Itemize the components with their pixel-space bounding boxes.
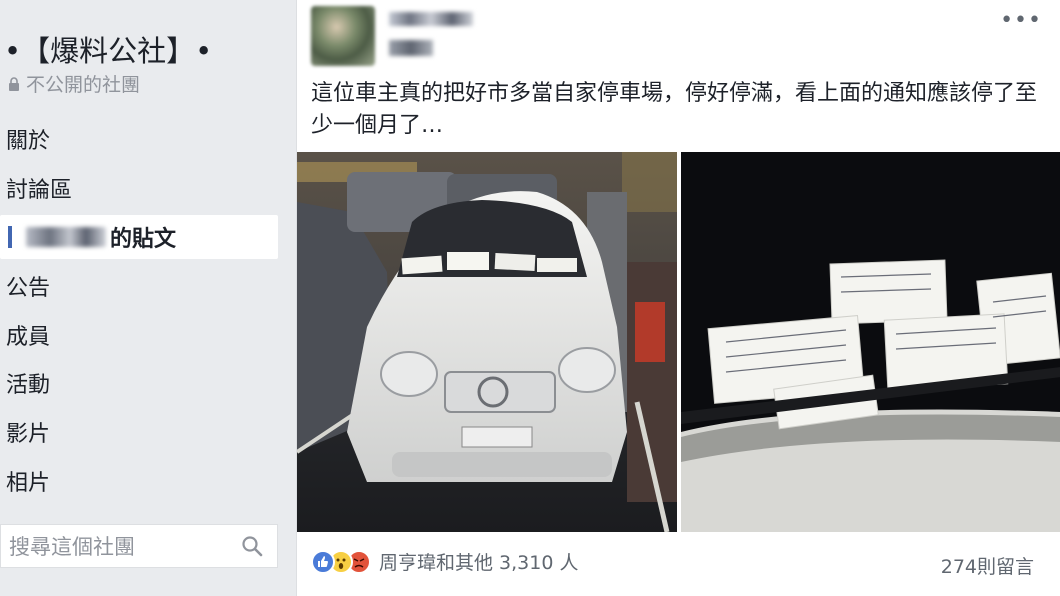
sidebar-item-label: 相片	[6, 471, 51, 496]
like-reaction-icon	[311, 549, 335, 574]
privacy-label: 不公開的社團	[26, 74, 141, 96]
group-search-input[interactable]: 搜尋這個社團	[0, 524, 278, 568]
sidebar-item-photos[interactable]: 相片	[0, 459, 278, 503]
sidebar-item-about[interactable]: 關於	[0, 117, 278, 161]
lock-icon	[9, 76, 19, 91]
post-text: 這位車主真的把好市多當自家停車場，停好停滿，看上面的通知應該停了至少一個月了…	[311, 81, 1038, 138]
sidebar-item-label: 成員	[6, 325, 51, 350]
reactions-summary[interactable]: 周亨瑋和其他 3,310 人	[311, 548, 578, 575]
sidebar-item-events[interactable]: 活動	[0, 361, 278, 405]
more-dots-icon[interactable]: •••	[1000, 8, 1042, 33]
reactions-count-text: 周亨瑋和其他 3,310 人	[379, 552, 579, 574]
sidebar-item-label: 影片	[6, 422, 51, 447]
sidebar-item-discussion[interactable]: 討論區	[0, 166, 278, 210]
sidebar-item-label: 關於	[6, 129, 51, 154]
post-card: ••• 這位車主真的把好市多當自家停車場，停好停滿，看上面的通知應該停了至少一個…	[296, 0, 1060, 596]
active-indicator	[8, 226, 12, 248]
search-icon[interactable]	[241, 535, 263, 557]
author-avatar[interactable]	[311, 6, 375, 66]
sidebar-item-label: 活動	[6, 373, 51, 398]
sidebar-item-members[interactable]: 成員	[0, 313, 278, 357]
group-sidebar: •【爆料公社】• 不公開的社團 關於 討論區 的貼文 公告 成員 活動 影片 相…	[0, 0, 285, 596]
search-placeholder: 搜尋這個社團	[9, 535, 135, 559]
comments-count-link[interactable]: 274則留言	[941, 552, 1034, 579]
author-name-blurred[interactable]	[389, 12, 473, 26]
sidebar-item-videos[interactable]: 影片	[0, 410, 278, 454]
group-name[interactable]: •【爆料公社】•	[4, 28, 212, 70]
sidebar-item-label: 的貼文	[110, 227, 177, 252]
notes-photo-illustration	[681, 152, 1060, 532]
sidebar-item-member-posts[interactable]: 的貼文	[0, 215, 278, 259]
sidebar-item-label: 公告	[6, 276, 51, 301]
group-privacy: 不公開的社團	[8, 70, 140, 97]
blurred-member-name	[26, 227, 106, 247]
post-timestamp-blurred[interactable]	[389, 40, 433, 56]
post-photo-notes[interactable]	[681, 152, 1060, 532]
sidebar-item-announcements[interactable]: 公告	[0, 264, 278, 308]
car-photo-illustration	[297, 152, 677, 532]
sidebar-item-label: 討論區	[6, 178, 73, 203]
post-photo-car[interactable]	[297, 152, 677, 532]
